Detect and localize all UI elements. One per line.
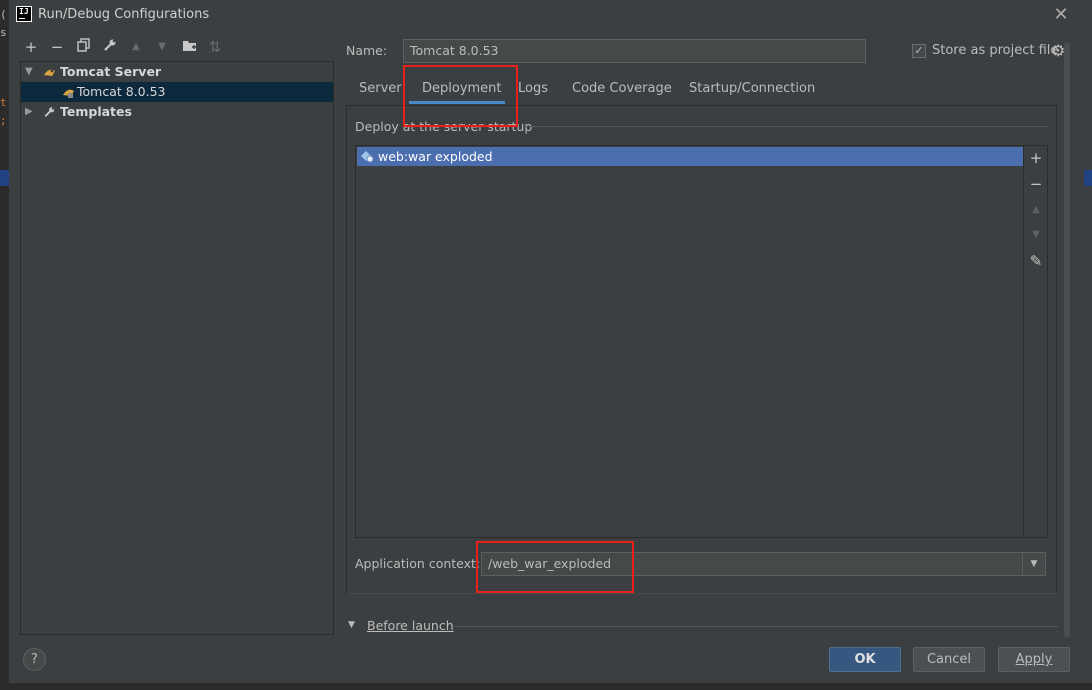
window-title: Run/Debug Configurations: [38, 7, 210, 22]
section-divider: [524, 126, 1047, 127]
wrench-icon: [44, 107, 55, 117]
tree-group-templates[interactable]: ▶ Templates: [21, 102, 333, 122]
before-launch-label[interactable]: Before launch: [367, 618, 454, 633]
artifact-actions: + − ▲ ▼ ✎: [1024, 145, 1048, 538]
store-as-project-file-checkbox[interactable]: ✓: [912, 44, 926, 58]
section-divider: [455, 626, 1058, 627]
wrench-icon[interactable]: [101, 37, 119, 57]
copy-icon[interactable]: [75, 37, 93, 57]
move-down-icon[interactable]: ▼: [1024, 223, 1048, 247]
editor-edge-bottom: [0, 683, 1092, 690]
tab-startup-connection[interactable]: Startup/Connection: [689, 81, 815, 103]
artifact-icon: [361, 151, 374, 163]
folder-icon[interactable]: [180, 37, 198, 57]
tree-item-label: Tomcat 8.0.53: [77, 84, 166, 99]
editor-edge: ( s t ;: [0, 0, 9, 690]
remove-artifact-icon[interactable]: −: [1024, 172, 1048, 196]
remove-icon[interactable]: −: [48, 37, 66, 57]
tab-code-coverage[interactable]: Code Coverage: [572, 81, 672, 103]
expand-down-icon[interactable]: ▼: [25, 62, 33, 82]
editor-edge-char: (: [0, 8, 7, 21]
add-artifact-icon[interactable]: +: [1024, 146, 1048, 170]
editor-edge-char: ;: [0, 114, 7, 127]
dialog-scrollbar[interactable]: [1064, 40, 1070, 640]
store-as-project-file-label: Store as project file: [932, 43, 1059, 58]
move-down-icon[interactable]: ▼: [153, 37, 171, 57]
highlight-deployment-tab: [403, 65, 518, 127]
editor-selection-bar: [0, 170, 9, 186]
artifact-label: web:war exploded: [378, 149, 493, 164]
expand-right-icon[interactable]: ▶: [25, 102, 33, 122]
apply-button[interactable]: Apply: [998, 647, 1070, 672]
deploy-artifact-list[interactable]: web:war exploded: [355, 145, 1024, 538]
cancel-button[interactable]: Cancel: [913, 647, 985, 672]
tree-item-tomcat-8-0-53[interactable]: Tomcat 8.0.53: [21, 82, 333, 102]
tree-group-label: Tomcat Server: [60, 64, 162, 79]
tab-logs[interactable]: Logs: [518, 81, 548, 103]
deploy-artifact-item[interactable]: web:war exploded: [357, 147, 1023, 166]
name-label: Name:: [346, 43, 388, 58]
tomcat-icon: [44, 69, 55, 76]
tree-group-tomcat-server[interactable]: ▼ Tomcat Server: [21, 62, 333, 82]
config-tree: ▼ Tomcat Server Tomcat 8.0.53 ▶ Template…: [20, 61, 334, 635]
editor-selection-bar-right: [1084, 170, 1092, 186]
tomcat-config-icon: [63, 89, 74, 98]
chevron-down-icon[interactable]: ▼: [1022, 552, 1046, 576]
close-icon[interactable]: ✕: [1052, 4, 1070, 25]
tree-templates-label: Templates: [60, 104, 132, 119]
application-context-label: Application context:: [355, 556, 481, 571]
name-input[interactable]: Tomcat 8.0.53: [403, 39, 866, 63]
help-button[interactable]: ?: [23, 648, 46, 671]
editor-edge-char: s: [0, 26, 7, 39]
edit-pencil-icon[interactable]: ✎: [1024, 249, 1048, 273]
ok-button[interactable]: OK: [829, 647, 901, 672]
tab-server[interactable]: Server: [359, 81, 402, 103]
sort-icon[interactable]: ⇅: [206, 37, 224, 57]
move-up-icon[interactable]: ▲: [1024, 198, 1048, 222]
editor-edge-char: t: [0, 96, 7, 109]
collapse-icon[interactable]: ▼: [348, 620, 355, 630]
app-icon-text: IJ: [19, 7, 29, 16]
move-up-icon[interactable]: ▲: [127, 37, 145, 57]
highlight-application-context: [476, 541, 634, 593]
add-icon[interactable]: +: [22, 37, 40, 57]
intellij-app-icon: IJ: [16, 6, 32, 22]
